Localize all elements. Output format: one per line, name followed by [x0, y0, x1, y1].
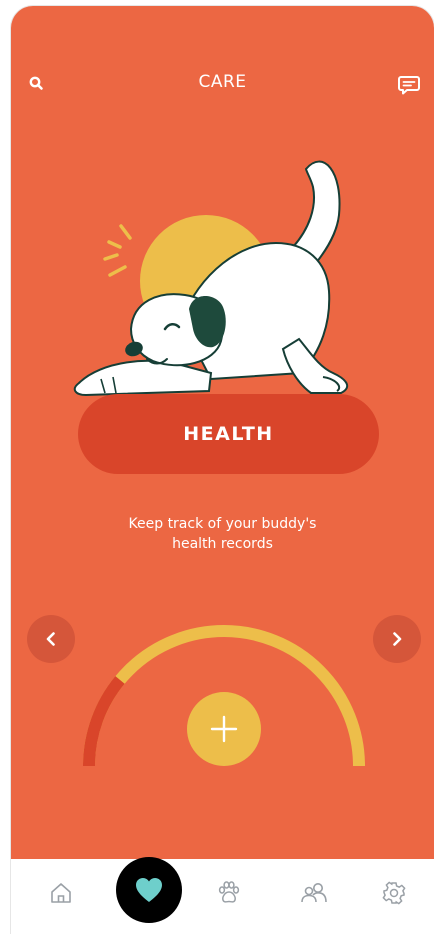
motion-lines — [103, 224, 132, 277]
description-line-1: Keep track of your buddy's — [128, 516, 317, 532]
feature-description: Keep track of your buddy's health record… — [51, 514, 394, 554]
chat-icon — [398, 76, 420, 95]
home-icon — [51, 883, 71, 903]
paw-icon — [218, 881, 240, 903]
bottom-navigation — [11, 857, 434, 934]
gauge-progress — [83, 676, 125, 767]
plus-icon — [210, 715, 238, 743]
dog-illustration — [73, 160, 349, 397]
previous-button[interactable] — [27, 615, 75, 663]
nav-settings[interactable] — [374, 873, 414, 913]
gear-icon — [382, 881, 406, 905]
messages-button[interactable] — [396, 72, 422, 98]
chevron-right-icon — [393, 632, 402, 646]
chevron-left-icon — [46, 632, 55, 646]
next-button[interactable] — [373, 615, 421, 663]
feature-label-pill: HEALTH — [78, 394, 379, 474]
heart-icon — [136, 878, 162, 902]
nav-care[interactable] — [116, 857, 182, 923]
nav-community[interactable] — [294, 873, 334, 913]
top-bar: CARE — [11, 72, 434, 102]
care-screen: CARE HEALTH Keep track of your buddy's h… — [11, 6, 434, 859]
feature-label: HEALTH — [183, 423, 274, 445]
phone-frame: CARE HEALTH Keep track of your buddy's h… — [11, 6, 434, 934]
page-title: CARE — [198, 72, 247, 92]
people-icon — [301, 883, 327, 903]
nav-pets[interactable] — [209, 873, 249, 913]
add-record-button[interactable] — [187, 692, 261, 766]
nav-home[interactable] — [41, 873, 81, 913]
description-line-2: health records — [172, 536, 273, 552]
